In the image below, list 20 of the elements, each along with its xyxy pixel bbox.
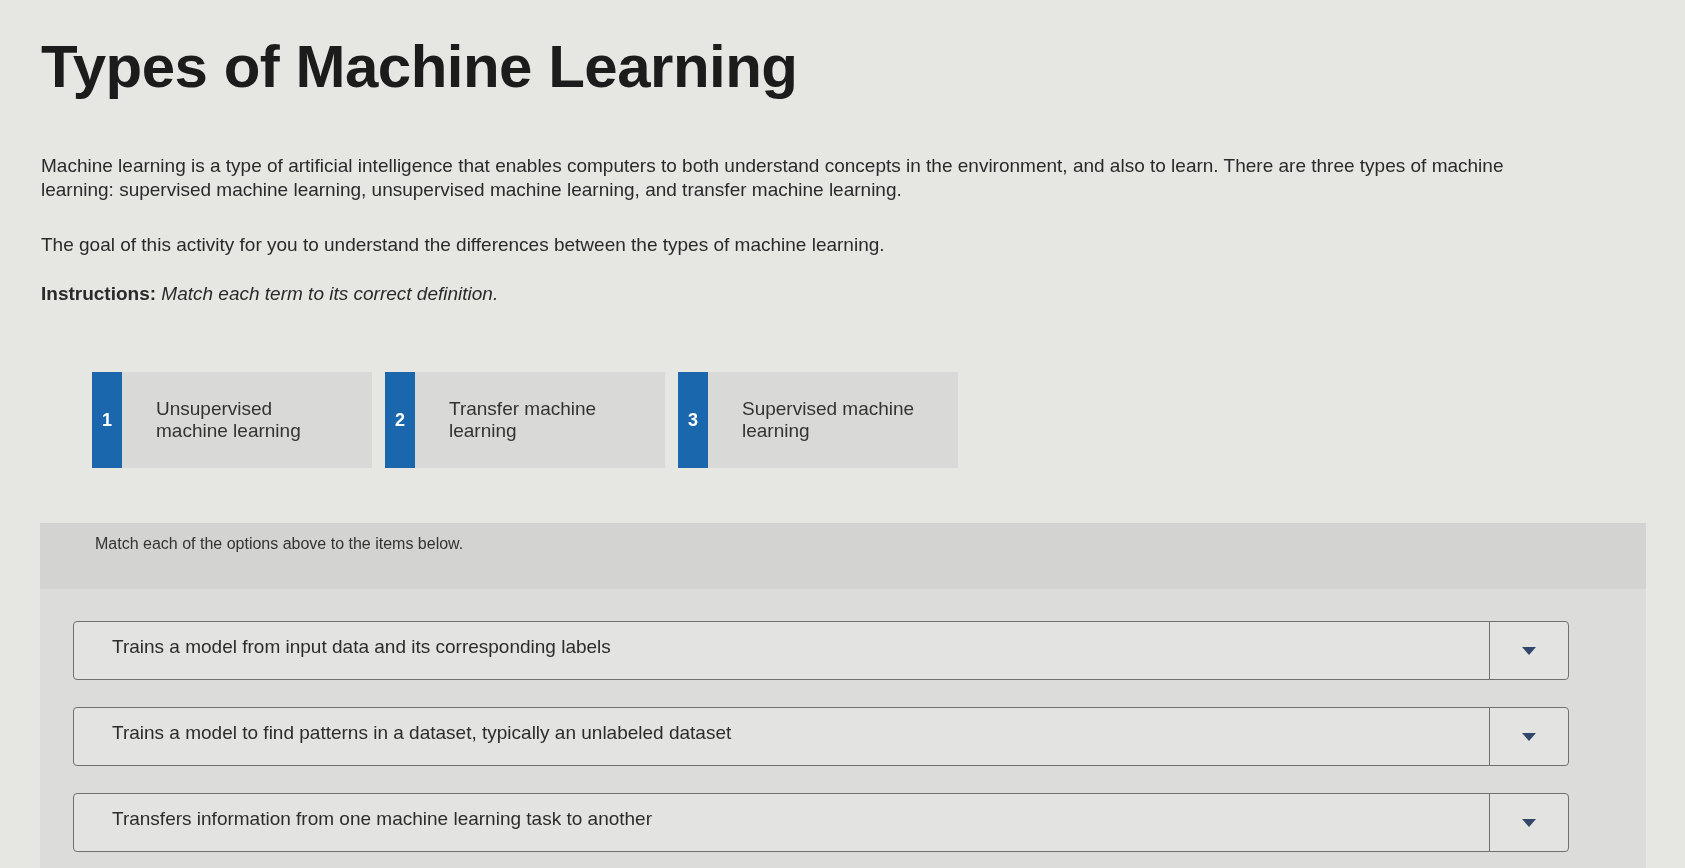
term-label: Transfer machine learning: [449, 398, 598, 442]
term-number: 2: [385, 372, 415, 468]
page-title: Types of Machine Learning: [41, 32, 799, 101]
instructions-text: Instructions: Match each term to its correct definition.: [41, 282, 500, 306]
item-text: Trains a model to find patterns in a dataset, typically an unlabeled dataset: [112, 721, 733, 745]
item-text: Trains a model from input data and its corresponding labels: [112, 635, 612, 659]
intro-paragraph: Machine learning is a type of artificial intelligence that enables computers to both understand concepts in the environment, and also to learn. There are three types of machine learning: supervised machine learning, unsupervised machine learning, and transfer machine learning.: [41, 154, 1505, 202]
goal-paragraph: The goal of this activity for you to understand the differences between the types of machine learning.: [41, 233, 886, 257]
term-label: Unsupervised machine learning: [156, 398, 302, 442]
caret-icon: [1522, 646, 1536, 655]
term-card[interactable]: 1 Unsupervised machine learning: [92, 372, 372, 468]
term-number: 3: [678, 372, 708, 468]
item-text: Transfers information from one machine learning task to another: [112, 807, 653, 831]
term-number: 1: [92, 372, 122, 468]
caret-icon: [1522, 732, 1536, 741]
term-card[interactable]: 3 Supervised machine learning: [678, 372, 958, 468]
matching-prompt: Match each of the options above to the items below.: [95, 535, 464, 552]
caret-icon: [1522, 818, 1536, 827]
term-card[interactable]: 2 Transfer machine learning: [385, 372, 665, 468]
term-label: Supervised machine learning: [742, 398, 916, 442]
